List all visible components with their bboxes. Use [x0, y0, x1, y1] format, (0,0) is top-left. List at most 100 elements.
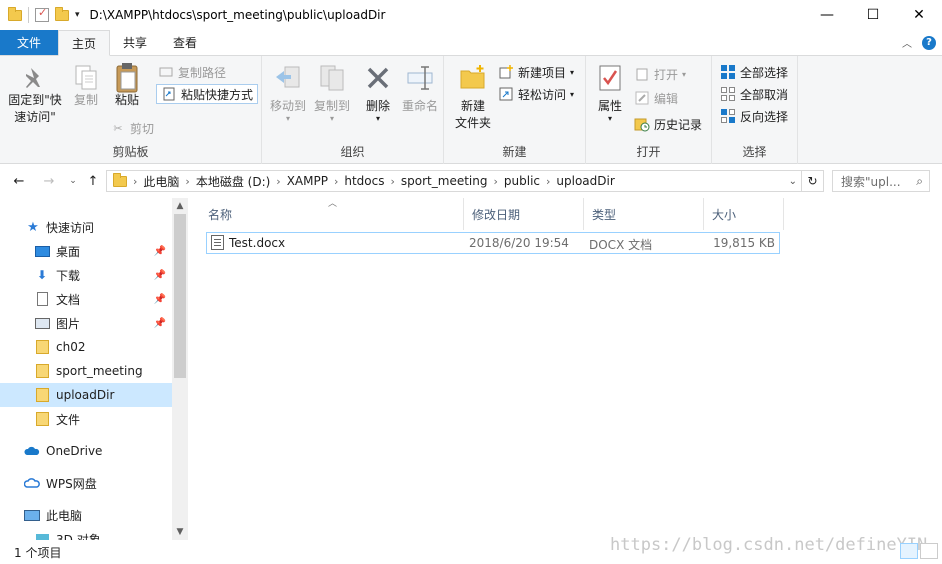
nav-item-files[interactable]: 文件 [0, 407, 172, 431]
document-icon [34, 292, 50, 306]
collapse-ribbon-icon[interactable]: ︿ [902, 35, 912, 50]
nav-item-desktop[interactable]: 桌面 📌 [0, 239, 172, 263]
copy-to-button[interactable]: 复制到 ▾ [310, 62, 354, 123]
nav-item-documents[interactable]: 文档 📌 [0, 287, 172, 311]
select-all-button[interactable]: 全部选择 [720, 62, 788, 82]
cut-button[interactable]: ✂ 剪切 [110, 118, 154, 138]
properties-icon [594, 62, 626, 94]
recent-locations-button[interactable]: ⌄ [62, 170, 84, 192]
ribbon: 固定到"快 速访问" 复制 粘贴 复制路径 粘贴快捷方式 ✂ 剪切 剪贴板 移动… [0, 56, 942, 164]
open-button[interactable]: 打开 ▾ [634, 64, 686, 84]
tab-home[interactable]: 主页 [58, 30, 111, 56]
nav-quick-access[interactable]: ★ 快速访问 [0, 215, 172, 239]
table-row[interactable]: Test.docx 2018/6/20 19:54 DOCX 文档 19,815… [206, 232, 780, 254]
select-none-icon [720, 86, 736, 102]
address-bar[interactable]: › 此电脑 › 本地磁盘 (D:) › XAMPP › htdocs › spo… [106, 170, 802, 192]
edit-button[interactable]: 编辑 [634, 88, 678, 108]
clipboard-group-label: 剪贴板 [112, 145, 149, 159]
cube-icon [34, 532, 50, 540]
maximize-button[interactable]: ☐ [850, 0, 896, 30]
new-item-button[interactable]: 新建项目 ▾ [498, 62, 574, 82]
details-view-icon[interactable] [900, 543, 918, 559]
move-to-button[interactable]: 移动到 ▾ [266, 62, 310, 123]
open-group-label: 打开 [636, 145, 661, 159]
breadcrumb-this-pc[interactable]: 此电脑 [137, 173, 185, 190]
breadcrumb-public[interactable]: public [498, 174, 546, 188]
properties-button[interactable]: 属性 ▾ [594, 62, 626, 123]
open-group: 属性 ▾ 打开 ▾ 编辑 历史记录 打开 [586, 56, 712, 164]
scroll-down-arrow-icon[interactable]: ▼ [172, 524, 188, 540]
breadcrumb-htdocs[interactable]: htdocs [338, 174, 390, 188]
refresh-button[interactable]: ↻ [802, 170, 824, 192]
scroll-thumb[interactable] [174, 214, 186, 378]
breadcrumb-drive-d[interactable]: 本地磁盘 (D:) [190, 173, 276, 190]
organize-group-label: 组织 [340, 145, 365, 159]
nav-item-sport-meeting[interactable]: sport_meeting [0, 359, 172, 383]
tab-file[interactable]: 文件 [0, 30, 58, 55]
nav-item-pictures[interactable]: 图片 📌 [0, 311, 172, 335]
breadcrumb-xampp[interactable]: XAMPP [281, 174, 334, 188]
nav-scrollbar[interactable]: ▲ ▼ [172, 198, 188, 540]
breadcrumb-uploaddir[interactable]: uploadDir [550, 174, 620, 188]
customize-toolbar-icon[interactable]: ▾ [75, 10, 80, 20]
forward-button[interactable]: → [38, 170, 60, 192]
desktop-icon [34, 244, 50, 258]
column-header-type[interactable]: 类型 [584, 198, 704, 230]
properties-check-icon[interactable]: ✓ [35, 6, 49, 22]
paste-shortcut-button[interactable]: 粘贴快捷方式 [156, 84, 259, 104]
navigation-pane: ★ 快速访问 桌面 📌 ⬇ 下载 📌 文档 📌 图片 📌 ch02 sport_… [0, 198, 188, 540]
nav-item-ch02[interactable]: ch02 [0, 335, 172, 359]
nav-wps-drive[interactable]: WPS网盘 [0, 471, 172, 495]
tab-share[interactable]: 共享 [110, 30, 160, 55]
breadcrumb-sport-meeting[interactable]: sport_meeting [395, 174, 494, 188]
pin-icon[interactable]: 📌 [154, 294, 166, 305]
cloud-icon [24, 444, 40, 458]
scroll-up-arrow-icon[interactable]: ▲ [172, 198, 188, 214]
watermark-text: https://blog.csdn.net/defineYIN [610, 535, 928, 555]
open-icon [634, 66, 650, 82]
minimize-button[interactable]: — [804, 0, 850, 30]
nav-this-pc[interactable]: 此电脑 [0, 503, 172, 527]
rename-button[interactable]: 重命名 [398, 62, 442, 115]
nav-item-uploaddir[interactable]: uploadDir [0, 383, 172, 407]
column-header-size[interactable]: 大小 [704, 198, 784, 230]
nav-onedrive[interactable]: OneDrive [0, 439, 172, 463]
help-icon[interactable]: ? [922, 35, 936, 50]
delete-x-icon [362, 62, 394, 94]
new-group-label: 新建 [502, 145, 527, 159]
up-button[interactable]: ↑ [82, 170, 104, 192]
pin-icon[interactable]: 📌 [154, 246, 166, 257]
folder-icon [8, 6, 22, 21]
pin-icon[interactable]: 📌 [154, 318, 166, 329]
ribbon-tabs: 文件 主页 共享 查看 ︿ ? [0, 30, 942, 56]
tab-view[interactable]: 查看 [160, 30, 210, 55]
select-all-icon [720, 64, 736, 80]
copy-path-button[interactable]: 复制路径 [158, 62, 226, 82]
nav-item-downloads[interactable]: ⬇ 下载 📌 [0, 263, 172, 287]
close-button[interactable]: ✕ [896, 0, 942, 30]
pin-quick-access-button[interactable]: 固定到"快 速访问" [4, 62, 66, 126]
column-header-date[interactable]: 修改日期 [464, 198, 584, 230]
new-folder-button[interactable]: 新建 文件夹 [452, 62, 494, 132]
pin-icon [19, 62, 51, 94]
nav-3d-objects[interactable]: 3D 对象 [0, 527, 172, 540]
address-dropdown-icon[interactable]: ⌄ [789, 176, 801, 187]
computer-icon [24, 508, 40, 522]
back-button[interactable]: ← [8, 170, 30, 192]
pin-icon[interactable]: 📌 [154, 270, 166, 281]
invert-selection-button[interactable]: 反向选择 [720, 106, 788, 126]
paste-button[interactable]: 粘贴 [110, 62, 144, 109]
copy-icon [70, 62, 102, 94]
copy-to-icon [316, 62, 348, 94]
download-arrow-icon: ⬇ [36, 268, 48, 282]
history-button[interactable]: 历史记录 [634, 114, 702, 134]
easy-access-button[interactable]: 轻松访问 ▾ [498, 84, 574, 104]
delete-button[interactable]: 删除 ▾ [362, 62, 394, 123]
column-header-name[interactable]: 名称 [200, 198, 464, 230]
search-input[interactable]: 搜索"upl... ⌕ [832, 170, 930, 192]
new-folder-icon[interactable] [55, 6, 69, 21]
large-icons-view-icon[interactable] [920, 543, 938, 559]
copy-button[interactable]: 复制 [70, 62, 102, 109]
quick-access-toolbar: ✓ ▾ [0, 0, 80, 30]
select-none-button[interactable]: 全部取消 [720, 84, 788, 104]
